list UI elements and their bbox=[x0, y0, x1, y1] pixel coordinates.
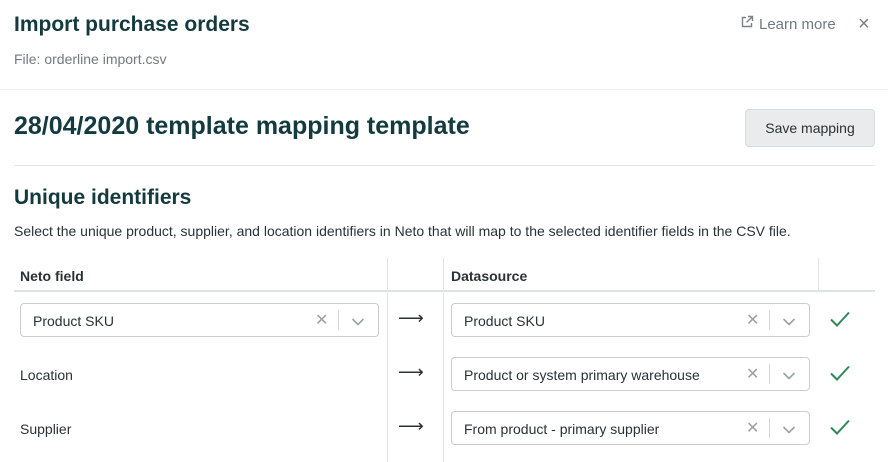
column-divider bbox=[818, 258, 819, 292]
neto-field-label: Location bbox=[20, 367, 73, 383]
external-link-icon bbox=[740, 15, 754, 33]
dialog-header: Import purchase orders File: orderline i… bbox=[0, 0, 888, 90]
column-divider bbox=[387, 258, 388, 462]
close-icon[interactable]: × bbox=[858, 14, 870, 34]
datasource-select[interactable]: Product or system primary warehouse ✕ bbox=[451, 357, 810, 391]
section-title: Unique identifiers bbox=[14, 186, 192, 209]
chevron-down-icon[interactable] bbox=[782, 368, 796, 386]
datasource-value: Product SKU bbox=[464, 313, 545, 329]
clear-icon[interactable]: ✕ bbox=[746, 364, 759, 384]
datasource-select[interactable]: Product SKU ✕ bbox=[451, 303, 810, 337]
arrow-right-icon: ⟶ bbox=[398, 362, 424, 382]
clear-icon[interactable]: ✕ bbox=[746, 418, 759, 438]
arrow-right-icon: ⟶ bbox=[398, 308, 424, 328]
select-separator bbox=[769, 364, 770, 384]
arrow-right-icon: ⟶ bbox=[398, 416, 424, 436]
check-icon bbox=[829, 310, 851, 333]
neto-field-label: Supplier bbox=[20, 421, 72, 437]
neto-field-value: Product SKU bbox=[33, 313, 114, 329]
datasource-value: From product - primary supplier bbox=[464, 421, 660, 437]
column-divider bbox=[443, 258, 444, 462]
learn-more-link[interactable]: Learn more bbox=[740, 15, 836, 33]
column-header-datasource: Datasource bbox=[451, 268, 528, 284]
select-separator bbox=[338, 310, 339, 330]
divider bbox=[14, 165, 875, 166]
chevron-down-icon[interactable] bbox=[351, 314, 365, 332]
select-separator bbox=[769, 418, 770, 438]
neto-field-select[interactable]: Product SKU ✕ bbox=[20, 303, 379, 337]
column-header-neto-field: Neto field bbox=[20, 268, 84, 284]
save-mapping-button[interactable]: Save mapping bbox=[745, 109, 875, 147]
datasource-value: Product or system primary warehouse bbox=[464, 367, 700, 383]
datasource-select[interactable]: From product - primary supplier ✕ bbox=[451, 411, 810, 445]
dialog-title: Import purchase orders bbox=[14, 13, 250, 36]
select-separator bbox=[769, 310, 770, 330]
learn-more-label: Learn more bbox=[759, 15, 836, 33]
file-name: File: orderline import.csv bbox=[14, 51, 167, 67]
table-header-divider bbox=[14, 290, 875, 292]
chevron-down-icon[interactable] bbox=[782, 422, 796, 440]
clear-icon[interactable]: ✕ bbox=[746, 310, 759, 330]
chevron-down-icon[interactable] bbox=[782, 314, 796, 332]
section-description: Select the unique product, supplier, and… bbox=[14, 223, 791, 239]
clear-icon[interactable]: ✕ bbox=[315, 310, 328, 330]
check-icon bbox=[829, 364, 851, 387]
check-icon bbox=[829, 418, 851, 441]
template-title: 28/04/2020 template mapping template bbox=[14, 112, 470, 140]
